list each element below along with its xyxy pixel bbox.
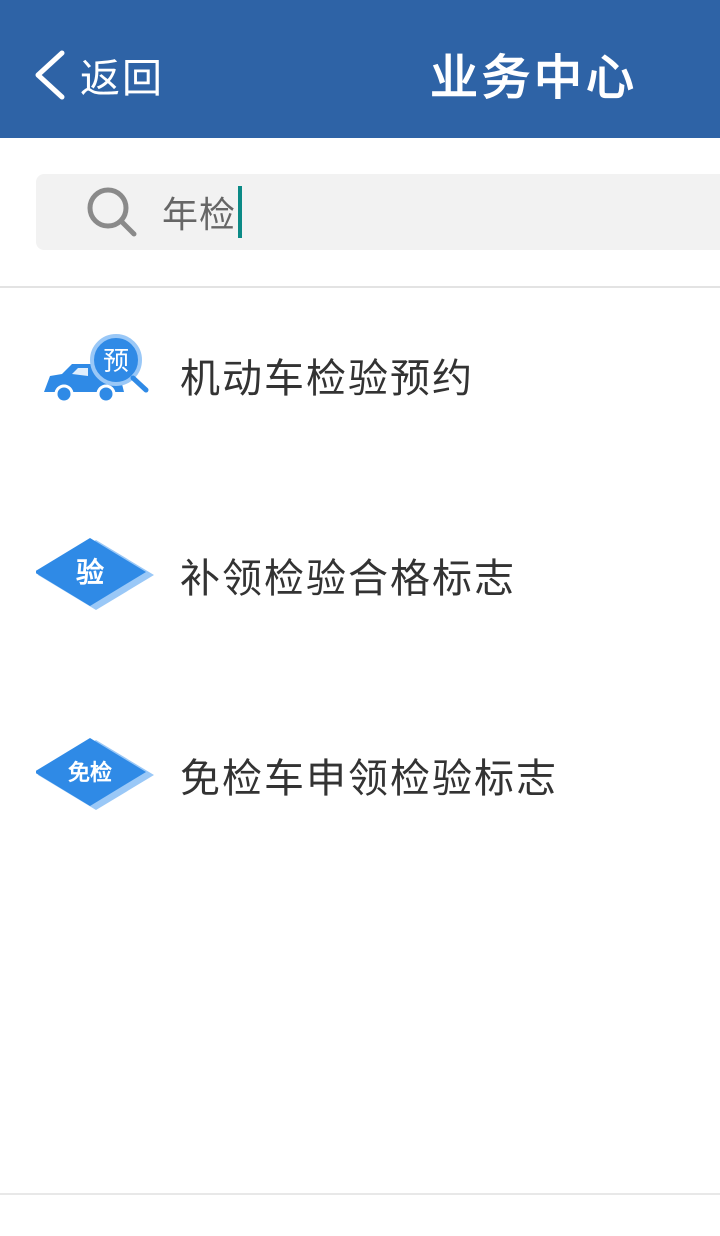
icon-badge-text: 预 — [103, 347, 129, 377]
icon-badge-text: 验 — [76, 556, 104, 589]
search-icon — [82, 182, 142, 242]
exemption-diamond-icon: 免检 — [34, 730, 156, 820]
chevron-left-icon — [30, 45, 68, 105]
car-appointment-icon: 预 — [36, 330, 156, 420]
result-item-reissue-inspection-sticker[interactable]: 验 补领检验合格标志 — [0, 490, 720, 660]
result-label: 免检车申领检验标志 — [180, 756, 558, 802]
result-label: 机动车检验预约 — [180, 356, 474, 402]
page-title: 业务中心 — [430, 50, 639, 106]
back-label: 返回 — [80, 56, 164, 102]
icon-badge-text: 免检 — [68, 760, 112, 786]
inspection-diamond-icon: 验 — [34, 530, 156, 620]
result-item-exempt-vehicle-sticker[interactable]: 免检 免检车申领检验标志 — [0, 690, 720, 860]
result-label: 补领检验合格标志 — [180, 556, 516, 602]
search-input[interactable]: 年检 — [36, 174, 720, 250]
back-button[interactable]: 返回 — [30, 40, 164, 110]
search-value: 年检 — [162, 186, 243, 238]
result-item-vehicle-inspection-appointment[interactable]: 预 机动车检验预约 — [0, 290, 720, 460]
search-text: 年检 — [162, 195, 237, 236]
bottom-divider — [0, 1193, 720, 1195]
search-section: 年检 — [0, 138, 720, 288]
text-cursor — [238, 186, 243, 238]
header-bar: 返回 业务中心 — [0, 0, 720, 138]
